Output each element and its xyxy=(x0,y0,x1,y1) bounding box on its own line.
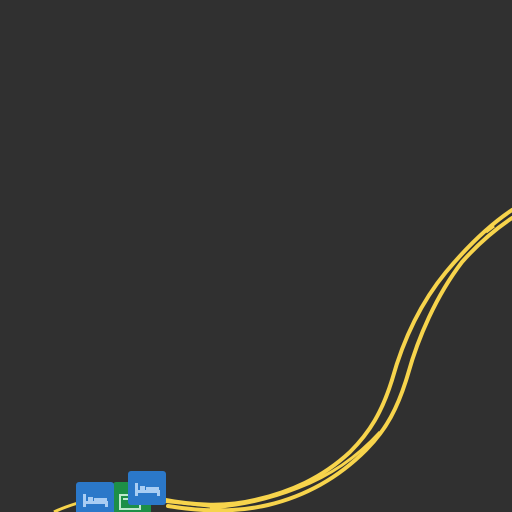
map-canvas[interactable] xyxy=(0,0,512,512)
road-southwest[interactable] xyxy=(53,501,79,512)
road-layer xyxy=(53,208,512,512)
motorway-carriageway-north[interactable] xyxy=(158,208,512,507)
bed-icon[interactable] xyxy=(76,482,114,512)
bed-icon[interactable] xyxy=(128,471,166,505)
